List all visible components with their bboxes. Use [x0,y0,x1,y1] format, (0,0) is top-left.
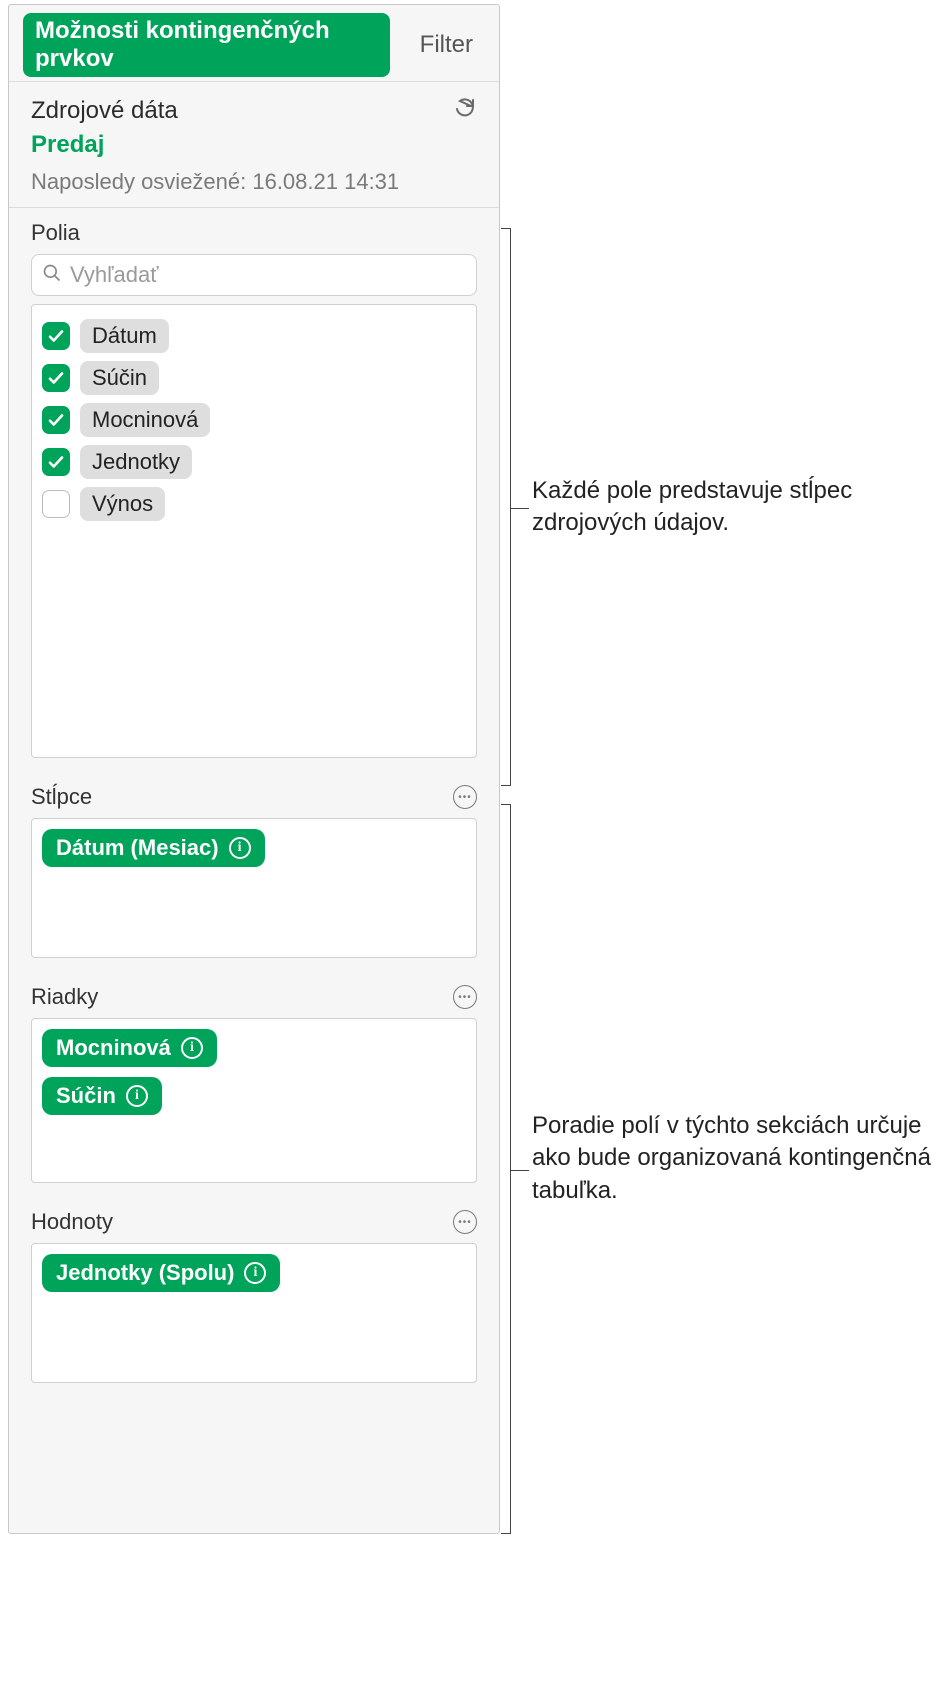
field-row[interactable]: Dátum [42,315,466,357]
callout-bracket-zones [501,804,511,1534]
field-row[interactable]: Výnos [42,483,466,525]
field-pill[interactable]: Výnos [80,487,165,521]
rows-label: Riadky [31,984,98,1010]
pivot-options-panel: Možnosti kontingenčných prvkov Filter Zd… [8,4,500,1534]
info-icon[interactable]: i [244,1262,266,1284]
field-row[interactable]: Mocninová [42,399,466,441]
fields-search-input[interactable] [70,262,466,288]
field-checkbox[interactable] [42,448,70,476]
columns-section: Stĺpce Dátum (Mesiac) i [9,772,499,958]
tab-filter[interactable]: Filter [408,27,485,63]
source-data-title: Zdrojové dáta [31,97,178,125]
field-row[interactable]: Súčin [42,357,466,399]
search-icon [42,263,62,288]
callout-line-fields [511,508,529,509]
row-pill-label: Mocninová [56,1035,171,1061]
values-section: Hodnoty Jednotky (Spolu) i [9,1197,499,1383]
column-pill-label: Dátum (Mesiac) [56,835,219,861]
field-pill[interactable]: Mocninová [80,403,210,437]
tab-pivot-options[interactable]: Možnosti kontingenčných prvkov [23,13,390,77]
field-checkbox[interactable] [42,406,70,434]
callout-line-zones [511,1170,529,1171]
columns-more-icon[interactable] [453,785,477,809]
column-pill[interactable]: Dátum (Mesiac) i [42,829,265,867]
rows-section: Riadky MocninováiSúčini [9,972,499,1183]
field-row[interactable]: Jednotky [42,441,466,483]
info-icon[interactable]: i [126,1085,148,1107]
info-icon[interactable]: i [181,1037,203,1059]
callout-bracket-fields [501,228,511,786]
field-checkbox[interactable] [42,490,70,518]
last-refreshed-text: Naposledy osviežené: 16.08.21 14:31 [31,169,477,195]
field-pill[interactable]: Dátum [80,319,169,353]
callout-text-zones: Poradie polí v týchto sekciách určuje ak… [532,1110,950,1207]
callout-text-fields: Každé pole predstavuje stĺpec zdrojových… [532,475,950,540]
refresh-icon[interactable] [453,96,477,125]
rows-dropzone[interactable]: MocninováiSúčini [31,1018,477,1183]
fields-search[interactable] [31,254,477,296]
fields-section: Polia Dátum Súčin Mocninová Jednotky Výnos [9,208,499,758]
values-more-icon[interactable] [453,1210,477,1234]
values-label: Hodnoty [31,1209,113,1235]
value-pill-label: Jednotky (Spolu) [56,1260,234,1286]
field-pill[interactable]: Jednotky [80,445,192,479]
source-data-section: Zdrojové dáta Predaj Naposledy osviežené… [9,82,499,208]
columns-label: Stĺpce [31,784,92,810]
columns-dropzone[interactable]: Dátum (Mesiac) i [31,818,477,958]
info-icon[interactable]: i [229,837,251,859]
row-pill-label: Súčin [56,1083,116,1109]
values-dropzone[interactable]: Jednotky (Spolu) i [31,1243,477,1383]
field-checkbox[interactable] [42,322,70,350]
fields-list: Dátum Súčin Mocninová Jednotky Výnos [31,304,477,758]
field-checkbox[interactable] [42,364,70,392]
row-pill[interactable]: Súčini [42,1077,162,1115]
source-table-name[interactable]: Predaj [31,131,477,159]
rows-more-icon[interactable] [453,985,477,1009]
field-pill[interactable]: Súčin [80,361,159,395]
value-pill[interactable]: Jednotky (Spolu) i [42,1254,280,1292]
fields-label: Polia [31,220,477,246]
panel-tabs: Možnosti kontingenčných prvkov Filter [9,5,499,82]
fields-label-text: Polia [31,220,80,246]
row-pill[interactable]: Mocninová i [42,1029,217,1067]
